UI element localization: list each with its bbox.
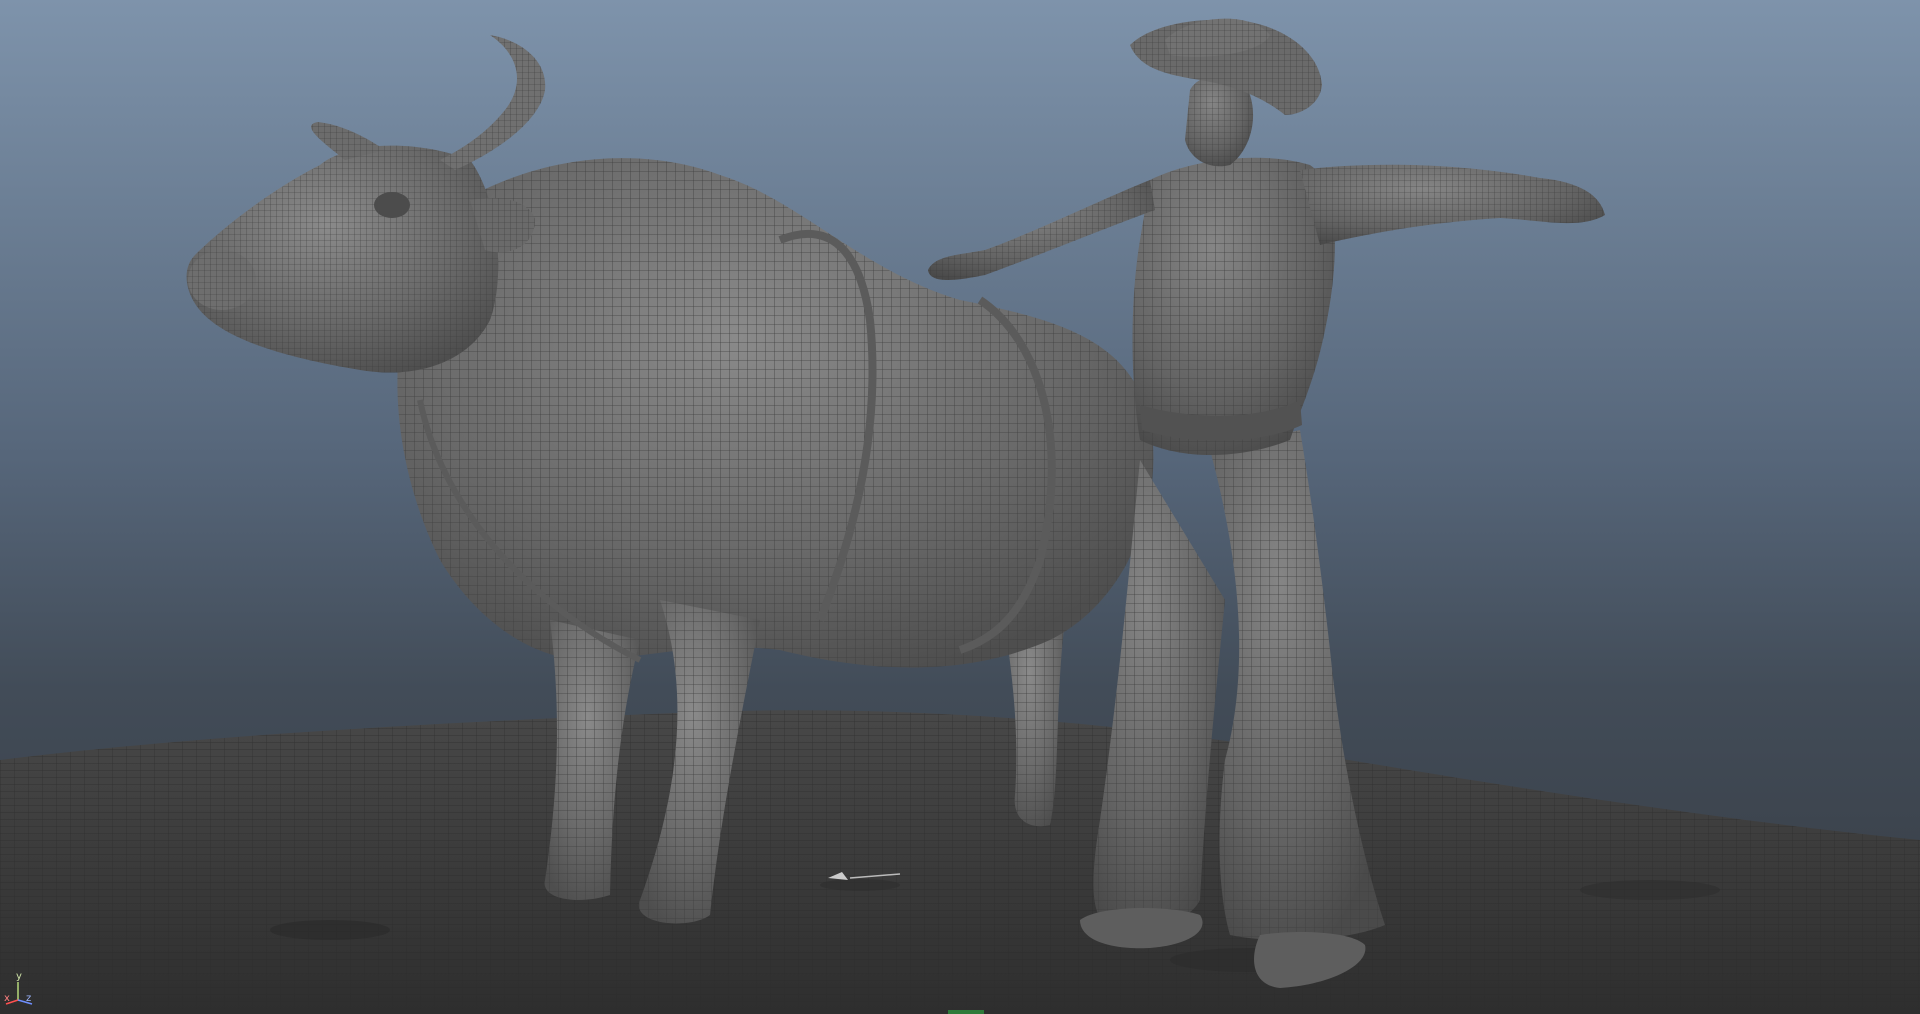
3d-viewport[interactable]: y x z <box>0 0 1920 1014</box>
axis-gizmo: y x z <box>4 972 44 1008</box>
axis-x-label: x <box>4 993 10 1004</box>
ground-mesh[interactable] <box>0 710 1920 1014</box>
axis-gizmo-graphic <box>5 982 33 1005</box>
viewport-scene <box>0 18 1920 1014</box>
axis-z-label: z <box>26 993 32 1004</box>
timeline-indicator <box>948 1010 984 1014</box>
axis-y-label: y <box>16 971 22 982</box>
